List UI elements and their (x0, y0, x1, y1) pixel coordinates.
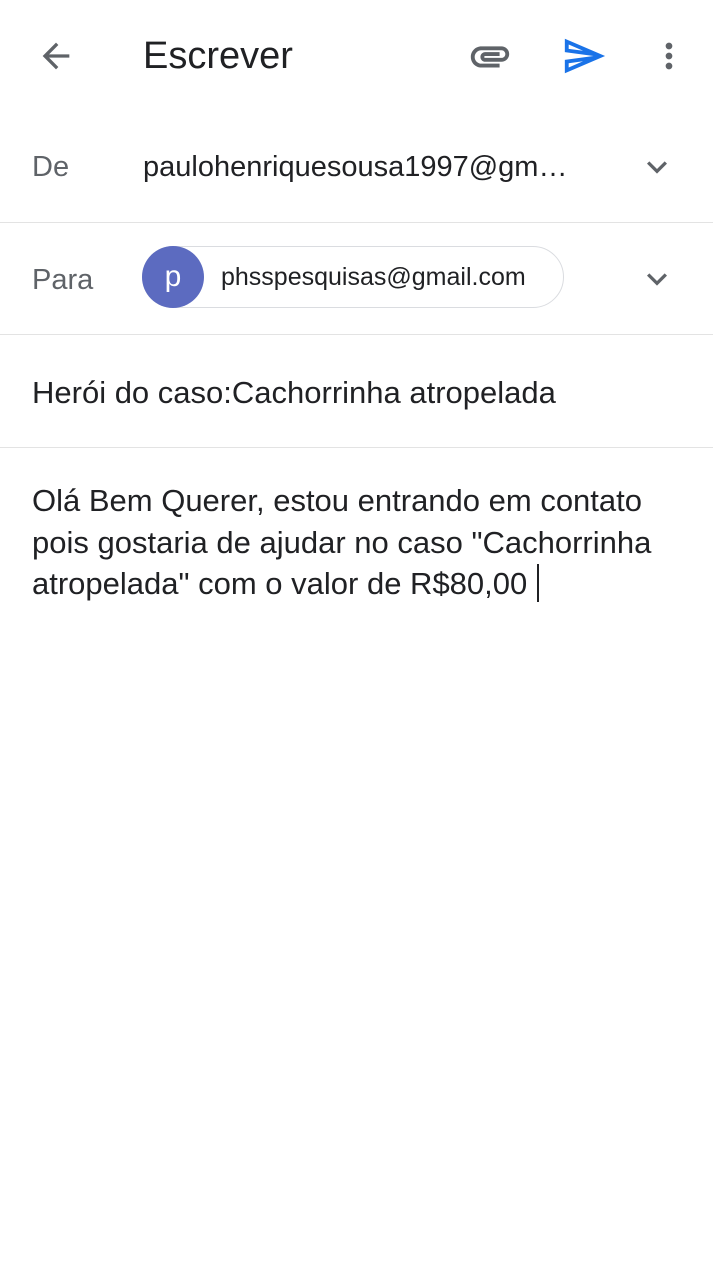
to-expand-button[interactable] (632, 254, 682, 304)
from-row: De paulohenriquesousa1997@gmail.com (0, 112, 713, 223)
page-title: Escrever (143, 35, 293, 77)
message-body-text: Olá Bem Querer, estou entrando em contat… (32, 483, 652, 601)
recipient-email: phsspesquisas@gmail.com (221, 262, 526, 291)
more-options-button[interactable] (640, 24, 698, 88)
more-vert-icon (665, 42, 673, 70)
subject-field[interactable]: Herói do caso:Cachorrinha atropelada (32, 373, 556, 413)
chevron-down-icon (647, 161, 667, 174)
attach-button[interactable] (458, 24, 522, 88)
arrow-back-icon (42, 42, 70, 70)
text-cursor (537, 564, 540, 602)
send-icon (564, 38, 606, 74)
to-row: Para p phsspesquisas@gmail.com (0, 223, 713, 335)
send-button[interactable] (552, 24, 616, 88)
to-label: Para (32, 264, 94, 296)
message-body-field[interactable]: Olá Bem Querer, estou entrando em contat… (32, 480, 682, 605)
top-app-bar: Escrever (0, 0, 713, 112)
subject-row: Herói do caso:Cachorrinha atropelada (0, 335, 713, 448)
chevron-down-icon (647, 273, 667, 286)
from-expand-button[interactable] (632, 142, 682, 192)
recipient-avatar: p (142, 246, 204, 308)
paperclip-icon (470, 46, 510, 68)
back-button[interactable] (24, 24, 88, 88)
from-label: De (32, 151, 70, 183)
from-account-value[interactable]: paulohenriquesousa1997@gmail.com (143, 148, 573, 186)
recipient-chip[interactable]: p phsspesquisas@gmail.com (142, 246, 564, 308)
